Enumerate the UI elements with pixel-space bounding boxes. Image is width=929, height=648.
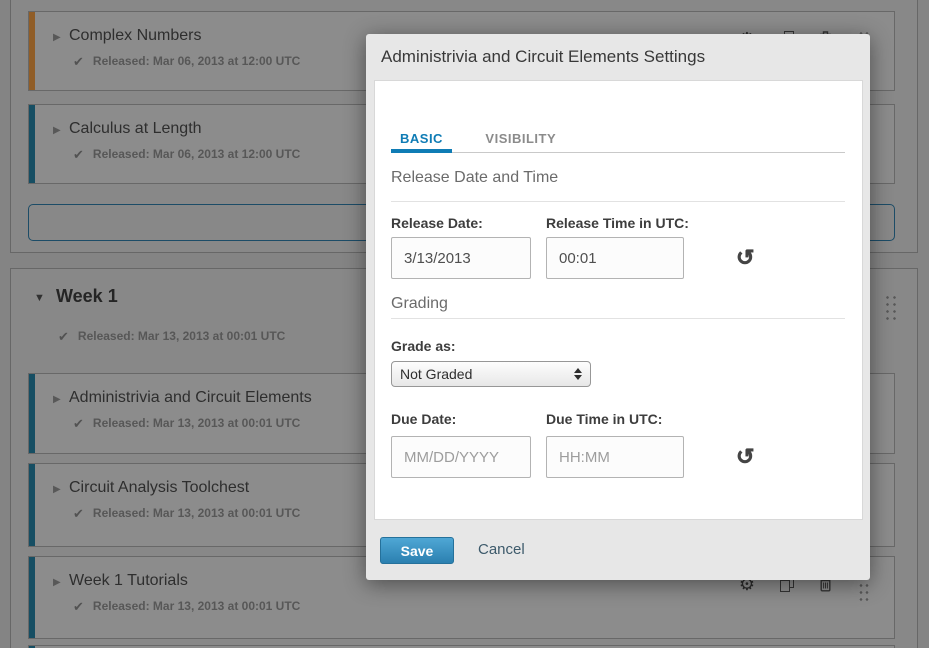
grade-as-label: Grade as: — [391, 338, 845, 354]
reset-release-icon[interactable]: ↺ — [736, 247, 754, 269]
save-button[interactable]: Save — [380, 537, 454, 564]
release-time-input[interactable] — [546, 237, 684, 279]
modal-tabs: BASIC VISIBILITY — [391, 125, 845, 153]
due-date-label: Due Date: — [391, 411, 546, 427]
modal-title: Administrivia and Circuit Elements Setti… — [381, 47, 705, 67]
grading-section-heading: Grading — [391, 295, 845, 319]
release-date-label: Release Date: — [391, 215, 546, 231]
release-section-heading: Release Date and Time — [391, 169, 845, 202]
due-time-input[interactable] — [546, 436, 684, 478]
grade-as-value: Not Graded — [400, 366, 472, 382]
tab-basic[interactable]: BASIC — [391, 125, 452, 152]
release-date-input[interactable] — [391, 237, 531, 279]
modal-panel: BASIC VISIBILITY Release Date and Time R… — [374, 80, 863, 520]
tab-visibility[interactable]: VISIBILITY — [476, 125, 565, 152]
due-date-input[interactable] — [391, 436, 531, 478]
reset-due-icon[interactable]: ↺ — [736, 446, 754, 468]
select-stepper-icon — [574, 368, 582, 380]
cancel-link[interactable]: Cancel — [478, 541, 525, 558]
subsection-settings-modal: Administrivia and Circuit Elements Setti… — [366, 34, 870, 580]
due-time-label: Due Time in UTC: — [546, 411, 662, 427]
release-time-label: Release Time in UTC: — [546, 215, 689, 231]
grade-as-select[interactable]: Not Graded — [391, 361, 591, 387]
course-outline-screen: ▶ Complex Numbers ✔ Released: Mar 06, 20… — [0, 0, 929, 648]
